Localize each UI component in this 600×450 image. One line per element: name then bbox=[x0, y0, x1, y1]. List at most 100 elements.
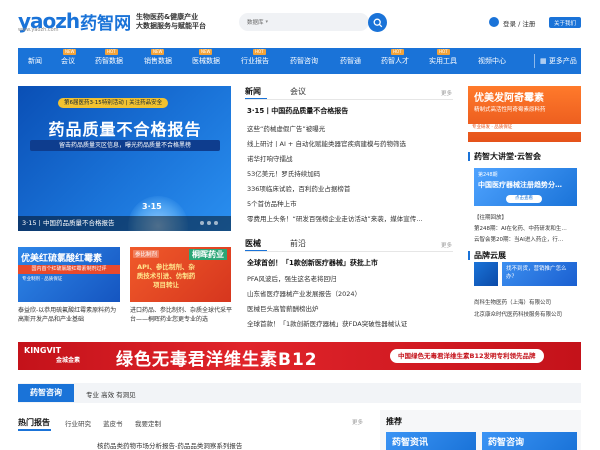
main-nav: 新闻 会议 NEW 药智数据 HOT 销售数据 NEW 医械数据 NEW 行业报… bbox=[18, 48, 581, 74]
news-item[interactable]: 336项临床试验，百利药业占据榜首 bbox=[247, 183, 453, 193]
news-item[interactable]: 零费用上头条！“研发百强榜企业走访活动”来袭，媒体宣传… bbox=[247, 213, 453, 223]
ad-card-caption[interactable]: 进口药品、参比制剂、杂质全球代采平台——桐晖药业您更专业的选 bbox=[130, 306, 233, 324]
tab-industry-research[interactable]: 行业研究 bbox=[65, 418, 91, 428]
ad-banner-azithromycin[interactable]: 优美发阿奇霉素 精制式高活性阿奇霉素原料药 专业研发 · 品质保证 bbox=[468, 86, 581, 142]
logo-url: www.yaozh.com bbox=[18, 27, 59, 33]
tab-hot-reports[interactable]: 热门报告 bbox=[18, 417, 50, 428]
tab-device[interactable]: 医械 bbox=[245, 238, 261, 249]
search-input[interactable]: 数据库 ▾ bbox=[239, 13, 369, 31]
news-headline[interactable]: 全球首创！「1款创新医疗器械」获批上市 bbox=[247, 258, 453, 268]
nav-divider bbox=[534, 54, 535, 68]
search-scope-select[interactable]: 数据库 bbox=[247, 18, 264, 26]
tab-custom[interactable]: 我要定制 bbox=[135, 418, 161, 428]
nav-item-consulting[interactable]: 药智咨询 bbox=[290, 48, 318, 74]
carousel-dots bbox=[200, 221, 218, 225]
lecture-card[interactable]: 第248期 中国医疗器械注册趋势分… 点击查看 bbox=[474, 168, 577, 206]
consult-tagline: 专业 高效 有洞见 bbox=[86, 391, 136, 399]
nav-tag-new: NEW bbox=[151, 49, 165, 55]
ad-card-erythromycin[interactable]: 优美红硫氯酸红霉素 国内首个红硫氯酸红霉素制剂过评 专业制剂 · 品质保证 bbox=[18, 247, 120, 302]
site-slogan: 生物医药&健康产业 大数据服务与赋能平台 bbox=[136, 13, 206, 31]
ad-card-tonghui[interactable]: 参比制剂 桐晖药业 API、参比制剂、杂质技术引进、仿制药项目转让 bbox=[130, 247, 231, 302]
news-item[interactable]: PFA风波后，强生这名老将回归 bbox=[247, 273, 453, 283]
login-register-link[interactable]: 登录 / 注册 bbox=[503, 18, 535, 28]
replay-item[interactable]: 第248期：AI在化药、中药研发和生… bbox=[474, 224, 567, 232]
search-button[interactable] bbox=[368, 13, 387, 32]
news-item[interactable]: 诺华打响守擂战 bbox=[247, 153, 453, 163]
section-title-brand: 品牌云展 bbox=[474, 251, 506, 260]
site-header: yaozh 药智网 www.yaozh.com 生物医药&健康产业 大数据服务与… bbox=[0, 0, 600, 46]
nav-tag-hot: HOT bbox=[253, 49, 266, 55]
logo-cn: 药智网 bbox=[80, 13, 132, 34]
more-link[interactable]: 更多 bbox=[352, 418, 363, 426]
brand-company[interactable]: 北京康众时代医药科技服务有限公司 bbox=[474, 310, 562, 318]
tab-news[interactable]: 新闻 bbox=[245, 86, 261, 97]
ad-card-small: 专业制剂 · 品质保证 bbox=[22, 277, 63, 282]
nav-tag-hot: HOT bbox=[437, 49, 450, 55]
ad-banner-sub: 精制式高活性阿奇霉素原料药 bbox=[474, 107, 546, 113]
about-us-button[interactable]: 关于我们 bbox=[549, 17, 581, 28]
nav-item-video[interactable]: 视频中心 bbox=[478, 48, 506, 74]
nav-tag-hot: HOT bbox=[391, 49, 404, 55]
news-item[interactable]: 山东省医疗器械产业发展报告（2024） bbox=[247, 288, 453, 298]
nav-item-more-products[interactable]: ▦ 更多产品 bbox=[540, 48, 577, 74]
news-item[interactable]: 全球首款！「1款创新医疗器械」获FDA突破性器械认证 bbox=[247, 318, 453, 328]
banner-badge: 3·15 bbox=[142, 202, 162, 211]
hero-banner[interactable]: 第6届医药3·15特别活动 | 关注药品安全 药品质量不合格报告 留击药品质量灭… bbox=[18, 86, 231, 231]
carousel-dot[interactable] bbox=[207, 221, 211, 225]
divider bbox=[245, 99, 453, 100]
ad-card-caption[interactable]: 泰益欣-以恭用硫氟酸红霉素原料药为高斯开发产品和产业基础 bbox=[18, 306, 122, 324]
news-item[interactable]: 5个首仿品种上市 bbox=[247, 198, 453, 208]
nav-tag-hot: HOT bbox=[105, 49, 118, 55]
tab-meeting[interactable]: 会议 bbox=[290, 86, 306, 97]
carousel-dot[interactable] bbox=[200, 221, 204, 225]
tab-frontier[interactable]: 前沿 bbox=[290, 238, 306, 249]
recommend-card[interactable]: 药智咨询 bbox=[482, 432, 577, 450]
section-title-lecture: 药智大讲堂·云智会 bbox=[474, 152, 542, 161]
news-item[interactable]: 医械巨头高管薪酬榜出炉 bbox=[247, 303, 453, 313]
news-item[interactable]: 53亿美元！罗氏持续加码 bbox=[247, 168, 453, 178]
report-item[interactable]: 核药品类药物市场分析报告-药品品类洞察系列报告 bbox=[97, 440, 242, 450]
ad-headline: 绿色无毒君洋维生素B12 bbox=[116, 350, 318, 370]
view-button[interactable]: 点击查看 bbox=[506, 195, 542, 203]
ad-banner-band: 专业研发 · 品质保证 bbox=[468, 124, 581, 132]
banner-tag: 第6届医药3·15特别活动 | 关注药品安全 bbox=[58, 98, 169, 108]
news-item[interactable]: 这些“药械虚假广告”被曝光 bbox=[247, 123, 453, 133]
more-link[interactable]: 更多 bbox=[441, 241, 452, 249]
nav-item-yaozhtong[interactable]: 药智通 bbox=[340, 48, 361, 74]
lecture-card-issue: 第248期 bbox=[478, 172, 498, 178]
brand-ad[interactable]: 找不到货，营销推广怎么办？ bbox=[502, 262, 577, 286]
divider bbox=[245, 251, 453, 252]
tab-bluebook[interactable]: 蓝皮书 bbox=[103, 418, 123, 428]
brand-company[interactable]: 尚科生物医药（上海）有限公司 bbox=[474, 298, 551, 306]
tab-active-indicator bbox=[18, 429, 51, 431]
slogan-line-1: 生物医药&健康产业 bbox=[136, 13, 199, 21]
ad-card-band: 国内首个红硫氯酸红霉素制剂过评 bbox=[18, 265, 120, 274]
consult-title[interactable]: 药智咨询 bbox=[18, 384, 74, 402]
news-headline[interactable]: 3·15丨中国药品质量不合格报告 bbox=[247, 106, 453, 116]
nav-item-news[interactable]: 新闻 bbox=[28, 48, 42, 74]
ad-banner-title: 优美发阿奇霉素 bbox=[474, 93, 544, 104]
ad-banner-b12[interactable]: KINGVIT 金城金素 绿色无毒君洋维生素B12 中国绿色无毒君洋维生素B12… bbox=[18, 342, 581, 370]
search-icon bbox=[373, 18, 382, 27]
section-marker bbox=[468, 152, 470, 161]
chevron-down-icon: ▾ bbox=[265, 19, 269, 25]
ad-card-tag: 参比制剂 bbox=[133, 250, 160, 258]
banner-title: 药品质量不合格报告 bbox=[48, 120, 202, 139]
section-marker bbox=[468, 251, 470, 260]
recommend-title: 推荐 bbox=[386, 417, 402, 426]
news-item[interactable]: 线上研讨丨AI + 自动化赋能类器官疾病建模与药物筛选 bbox=[247, 138, 453, 148]
grid-icon: ▦ bbox=[540, 57, 549, 65]
nav-tag-new: NEW bbox=[63, 49, 77, 55]
brand-thumbnail[interactable] bbox=[474, 262, 498, 286]
ad-card-brand: 桐晖药业 bbox=[189, 249, 227, 260]
carousel-dot[interactable] bbox=[214, 221, 218, 225]
ad-card-title: 优美红硫氯酸红霉素 bbox=[21, 254, 103, 264]
recommend-card[interactable]: 药智资讯 bbox=[386, 432, 476, 450]
banner-subtitle: 留击药品质量灭区信息，曝光药品质量不合格黑榜 bbox=[30, 140, 220, 151]
replay-item[interactable]: 云智会第20期：当AI进入药企，行… bbox=[474, 235, 563, 243]
nav-more-label: 更多产品 bbox=[548, 57, 577, 65]
more-link[interactable]: 更多 bbox=[441, 89, 452, 97]
replay-label: 【往期回放】 bbox=[474, 215, 508, 221]
user-icon bbox=[489, 17, 499, 27]
nav-tag-new: NEW bbox=[199, 49, 213, 55]
